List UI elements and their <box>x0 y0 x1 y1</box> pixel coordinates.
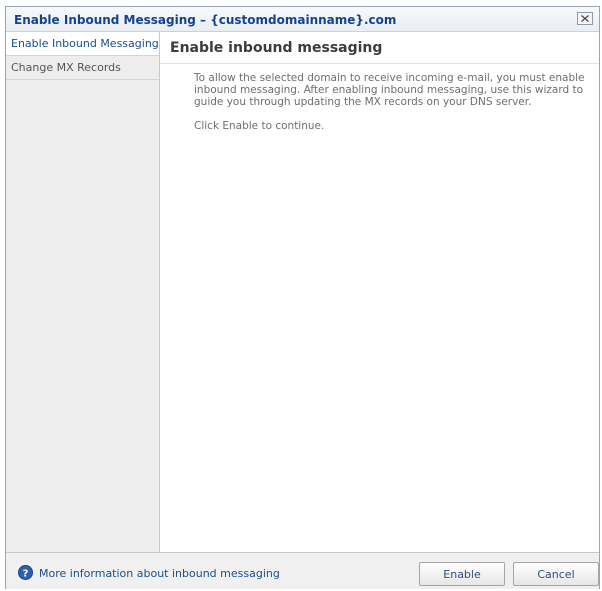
close-icon <box>581 15 589 22</box>
heading-divider <box>160 63 599 64</box>
help-icon[interactable]: ? <box>18 565 33 580</box>
wizard-steps-sidebar: Enable Inbound Messaging Change MX Recor… <box>6 32 160 552</box>
description-paragraph: To allow the selected domain to receive … <box>194 72 585 108</box>
wizard-content: Enable inbound messaging To allow the se… <box>160 32 599 552</box>
description: To allow the selected domain to receive … <box>194 72 594 144</box>
dialog-footer: ? More information about inbound messagi… <box>6 552 599 589</box>
sidebar-item-change-mx-records[interactable]: Change MX Records <box>6 56 159 80</box>
window-title: Enable Inbound Messaging – {customdomain… <box>14 13 397 27</box>
close-button[interactable] <box>577 12 593 25</box>
cancel-button[interactable]: Cancel <box>513 562 599 586</box>
dialog-window: Enable Inbound Messaging – {customdomain… <box>5 6 600 589</box>
page-title: Enable inbound messaging <box>170 40 383 56</box>
title-bar: Enable Inbound Messaging – {customdomain… <box>6 7 599 32</box>
continue-instruction: Click Enable to continue. <box>194 120 325 132</box>
help-link[interactable]: More information about inbound messaging <box>39 567 280 580</box>
enable-button[interactable]: Enable <box>419 562 505 586</box>
sidebar-item-enable-inbound-messaging[interactable]: Enable Inbound Messaging <box>6 32 159 56</box>
svg-text:?: ? <box>23 568 29 579</box>
